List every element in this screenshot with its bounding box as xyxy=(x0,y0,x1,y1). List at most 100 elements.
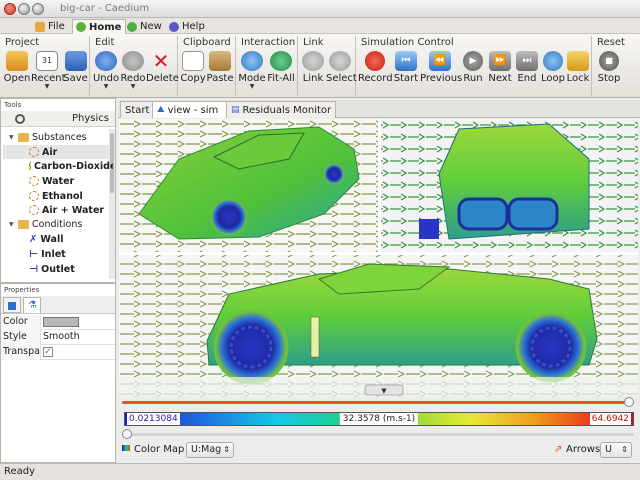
property-row-color[interactable]: Color xyxy=(1,315,115,330)
menu-home[interactable]: Home xyxy=(72,19,127,34)
tree-item-wall[interactable]: ✗ Wall xyxy=(29,232,63,246)
mode-rotate-icon xyxy=(241,51,263,71)
link-chain-icon xyxy=(302,51,324,71)
substance-icon xyxy=(29,161,31,171)
expand-arrow-icon[interactable]: ▼ xyxy=(9,221,15,228)
stop-icon: ■ xyxy=(599,51,619,71)
redo-button[interactable]: Redo ▼ xyxy=(120,51,146,95)
copy-button[interactable]: Copy xyxy=(180,51,206,95)
tree-item-outlet[interactable]: ⊣ Outlet xyxy=(29,262,75,276)
lower-slider-track[interactable] xyxy=(122,429,634,439)
run-button[interactable]: ▶ Run xyxy=(460,51,486,95)
tab-residuals-monitor[interactable]: ▤ Residuals Monitor xyxy=(226,101,337,118)
property-value-transparent[interactable]: ✓ xyxy=(43,345,53,360)
fit-all-icon xyxy=(270,51,292,71)
cfd-visualization[interactable]: ▼ xyxy=(119,119,638,397)
upper-slider-track[interactable] xyxy=(122,397,634,407)
color-scale-bar: 0.0213084 32.3578 (m.s-1) 64.6942 xyxy=(124,412,634,426)
open-label: Open xyxy=(3,73,31,84)
end-button[interactable]: ⏭ End xyxy=(514,51,540,95)
maximize-window-button[interactable] xyxy=(32,3,44,15)
loop-button[interactable]: Loop xyxy=(540,51,566,95)
tree-ethanol-label: Ethanol xyxy=(42,190,83,202)
new-icon xyxy=(127,21,137,32)
minimize-window-button[interactable] xyxy=(18,3,30,15)
group-edit-label: Edit xyxy=(95,37,115,48)
properties-tab-geometry[interactable] xyxy=(3,297,21,313)
status-bar: Ready xyxy=(0,463,640,480)
tree-co2-label: Carbon-Dioxide xyxy=(34,160,113,172)
property-row-style[interactable]: Style Smooth xyxy=(1,330,115,345)
fit-all-button[interactable]: Fit-All xyxy=(266,51,296,95)
view-top-right[interactable] xyxy=(381,119,638,252)
mode-button[interactable]: Mode ▼ xyxy=(238,51,266,95)
transparent-checkbox[interactable]: ✓ xyxy=(43,347,53,357)
mode-dropdown-caret[interactable]: ▼ xyxy=(238,84,266,90)
property-row-transparent[interactable]: Transparent ✓ xyxy=(1,345,115,360)
tree-outlet-label: Outlet xyxy=(41,263,75,275)
recent-badge: 31 xyxy=(41,56,53,65)
link-button[interactable]: Link xyxy=(300,51,326,95)
save-button[interactable]: Save xyxy=(63,51,88,95)
property-value-color[interactable] xyxy=(43,315,79,330)
arrows-field-select[interactable]: U ⇕ xyxy=(600,442,632,458)
select-button[interactable]: Select xyxy=(326,51,357,95)
close-window-button[interactable] xyxy=(4,3,16,15)
stop-button[interactable]: ■ Stop xyxy=(596,51,622,95)
undo-dropdown-caret[interactable]: ▼ xyxy=(92,84,120,90)
menu-new-label: New xyxy=(140,21,162,32)
chevron-down-icon[interactable]: ▼ xyxy=(381,387,387,395)
undo-button[interactable]: Undo ▼ xyxy=(92,51,120,95)
open-button[interactable]: Open xyxy=(3,51,31,95)
menu-new[interactable]: New xyxy=(124,19,166,34)
tree-substances[interactable]: ▼ Substances xyxy=(9,130,87,144)
tools-category-header[interactable]: Physics xyxy=(1,111,115,127)
tree-item-inlet[interactable]: ⊢ Inlet xyxy=(29,247,66,261)
view-top-left[interactable] xyxy=(119,119,378,252)
tree-airwater-label: Air + Water xyxy=(42,204,105,216)
tree-item-air-water[interactable]: Air + Water xyxy=(29,203,104,217)
tools-header-label: Physics xyxy=(72,113,109,124)
tree-conditions-label: Conditions xyxy=(32,218,83,230)
updown-arrow-icon: ⇕ xyxy=(223,445,230,454)
recent-button[interactable]: 31 Recent ▼ xyxy=(31,51,66,95)
start-button[interactable]: ⏮ Start xyxy=(392,51,420,95)
next-button[interactable]: ⏩ Next xyxy=(486,51,514,95)
property-key-style: Style xyxy=(1,330,41,345)
title-bar: big-car - Caedium xyxy=(0,0,640,18)
recent-dropdown-caret[interactable]: ▼ xyxy=(31,84,63,90)
tree-item-carbon-dioxide[interactable]: Carbon-Dioxide xyxy=(29,159,113,173)
home-icon xyxy=(76,22,86,32)
colormap-mid-value: 32.3578 (m.s-1) xyxy=(339,413,419,425)
redo-dropdown-caret[interactable]: ▼ xyxy=(120,84,146,90)
tree-item-ethanol[interactable]: Ethanol xyxy=(29,189,83,203)
simulation-viewport[interactable]: ▼ xyxy=(119,119,638,397)
tab-start-label: Start xyxy=(125,104,150,116)
lock-button[interactable]: Lock xyxy=(566,51,590,95)
menu-bar: File Home New Help xyxy=(0,18,640,34)
menu-help[interactable]: Help xyxy=(166,19,209,34)
upper-slider-thumb[interactable] xyxy=(624,397,634,407)
tree-item-water[interactable]: Water xyxy=(29,174,74,188)
menu-file-label: File xyxy=(48,21,65,32)
tab-start[interactable]: Start xyxy=(120,101,155,118)
lower-slider-thumb[interactable] xyxy=(122,429,132,439)
tree-water-label: Water xyxy=(42,175,75,187)
previous-button[interactable]: ⏪ Previous xyxy=(420,51,462,95)
tree-conditions[interactable]: ▼ Conditions xyxy=(9,217,82,231)
loop-label: Loop xyxy=(541,73,565,84)
view-main-side[interactable] xyxy=(119,255,638,397)
color-swatch[interactable] xyxy=(43,317,79,327)
delete-button[interactable]: ✕ Delete xyxy=(146,51,179,95)
menu-file[interactable]: File xyxy=(32,19,69,34)
properties-panel-title: Properties xyxy=(4,286,40,294)
expand-arrow-icon[interactable]: ▼ xyxy=(9,134,15,141)
record-button[interactable]: Record xyxy=(358,51,393,95)
colormap-field-select[interactable]: U:Mag ⇕ xyxy=(186,442,234,458)
paste-button[interactable]: Paste xyxy=(206,51,234,95)
ribbon-toolbar: Project Open 31 Recent ▼ Save Edit Undo … xyxy=(0,34,640,98)
property-value-style[interactable]: Smooth xyxy=(43,330,80,345)
tools-scrollbar[interactable] xyxy=(109,129,115,279)
properties-tab-visual[interactable]: ⚗ xyxy=(23,297,41,313)
tree-item-air[interactable]: Air xyxy=(3,145,109,159)
